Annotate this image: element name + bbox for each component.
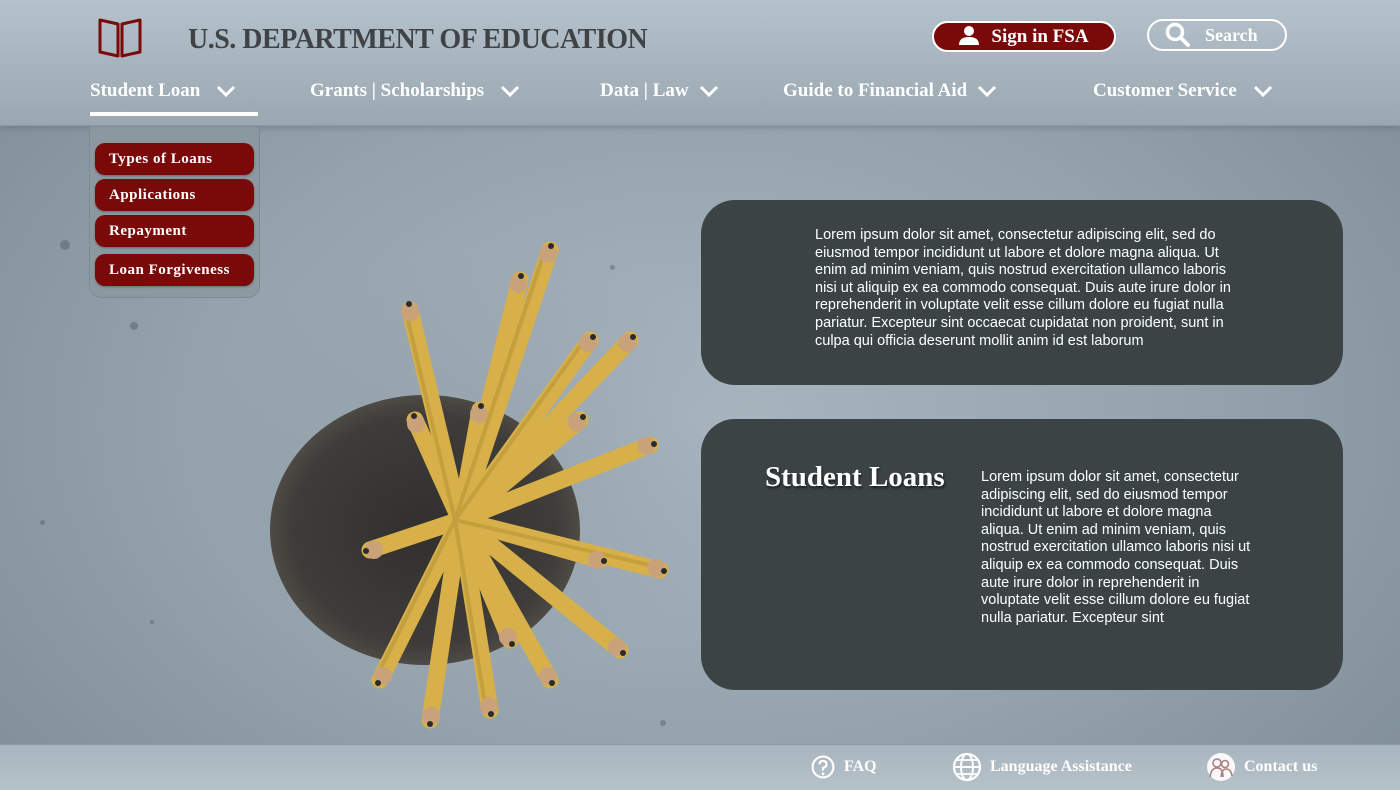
footer-language-assistance-link[interactable]: Language Assistance [952,751,1132,783]
nav-label: Student Loan [90,80,201,101]
question-icon [811,755,835,779]
nav-student-loan[interactable]: Student Loan [90,78,236,104]
search-button[interactable]: Search [1147,19,1287,51]
nav-data-law[interactable]: Data | Law [600,78,719,104]
footer-link-label: Contact us [1244,758,1318,775]
nav-label: Data | Law [600,80,689,101]
nav-label: Grants | Scholarships [310,80,485,101]
chevron-down-icon [699,85,718,98]
student-loans-text: Lorem ipsum dolor sit amet, consectetur … [981,469,1251,626]
chevron-down-icon [501,85,520,98]
footer-faq-link[interactable]: FAQ [810,751,877,783]
dropdown-item-repayment[interactable]: Repayment [95,215,254,247]
nav-label: Guide to Financial Aid [783,80,968,101]
chevron-down-icon [978,85,997,98]
site-title[interactable]: U.S. DEPARTMENT OF EDUCATION [188,24,648,56]
student-loan-dropdown: Types of Loans Applications Repayment Lo… [89,126,260,298]
open-book-icon[interactable] [96,16,144,58]
site-footer: FAQ Language Assistance Contact us [0,744,1400,790]
footer-link-label: FAQ [844,758,877,775]
search-icon [1165,22,1190,47]
nav-label: Customer Service [1093,80,1237,101]
search-label: Search [1205,24,1258,45]
student-loans-heading: Student Loans [765,461,945,493]
nav-customer-service[interactable]: Customer Service [1093,78,1273,104]
student-loans-card: Student Loans Lorem ipsum dolor sit amet… [701,419,1343,690]
dropdown-item-applications[interactable]: Applications [95,179,254,211]
site-header: U.S. DEPARTMENT OF EDUCATION Sign in FSA… [0,0,1400,126]
footer-link-label: Language Assistance [990,758,1132,775]
nav-grants-scholarships[interactable]: Grants | Scholarships [310,78,520,104]
intro-card-text: Lorem ipsum dolor sit amet, consectetur … [815,227,1231,349]
pencils-in-cup-illustration [270,241,669,729]
nav-guide-financial-aid[interactable]: Guide to Financial Aid [783,78,997,104]
sign-in-fsa-button[interactable]: Sign in FSA [932,21,1116,52]
chevron-down-icon [1253,85,1272,98]
footer-contact-us-link[interactable]: Contact us [1206,751,1317,783]
dropdown-item-types-of-loans[interactable]: Types of Loans [95,143,254,175]
active-nav-indicator [90,112,258,116]
user-icon [959,25,980,45]
dropdown-item-loan-forgiveness[interactable]: Loan Forgiveness [95,254,254,286]
chevron-down-icon [217,85,236,98]
intro-card: Lorem ipsum dolor sit amet, consectetur … [701,200,1343,385]
sign-in-label: Sign in FSA [991,25,1089,47]
people-icon [1207,753,1235,781]
globe-icon [952,752,982,782]
